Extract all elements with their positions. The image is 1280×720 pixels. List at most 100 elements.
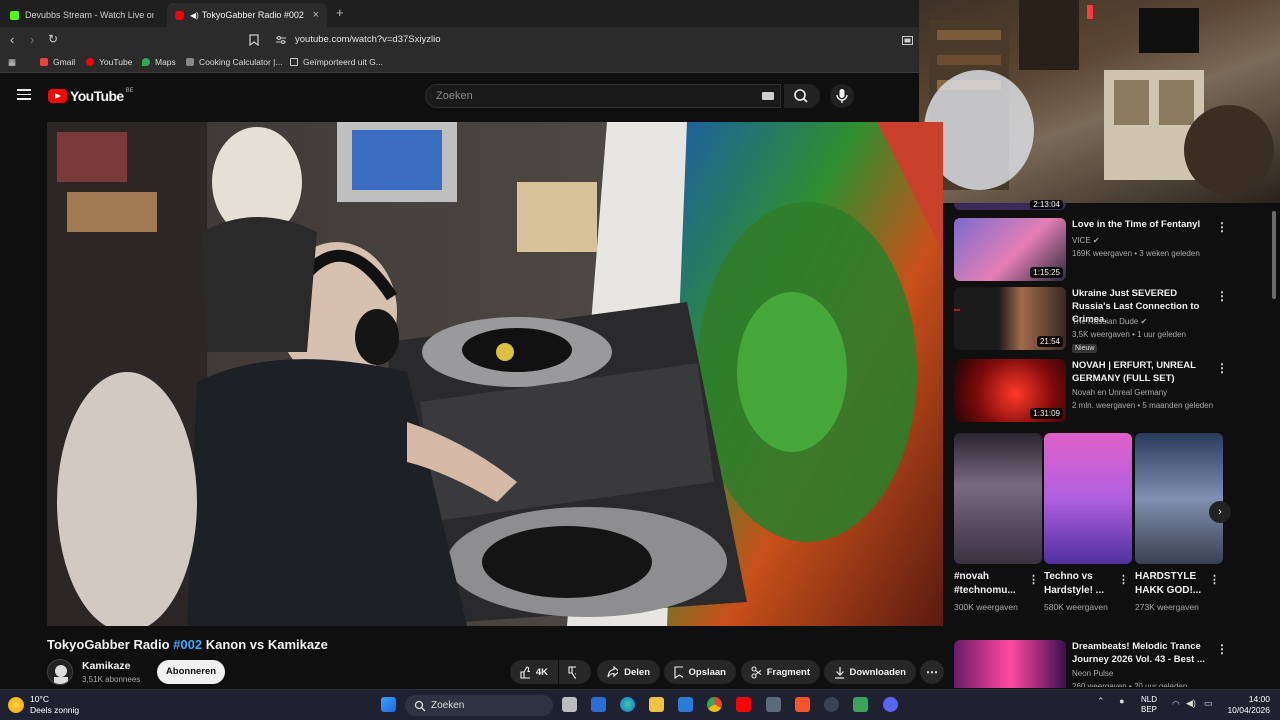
bookmark-folder-imported[interactable]: Geïmporteerd uit G... <box>290 57 383 67</box>
more-vertical-icon[interactable]: ⋮ <box>1118 573 1129 586</box>
more-actions-button[interactable]: ⋯ <box>920 660 944 684</box>
reload-icon[interactable]: ↻ <box>48 32 58 46</box>
youtube-app-icon[interactable] <box>736 697 751 712</box>
share-label: Delen <box>624 666 650 678</box>
tab-kick-stream[interactable]: Devubbs Stream - Watch Live on Kick <box>2 3 162 27</box>
outlook-icon[interactable] <box>678 697 693 712</box>
bookmark-gmail[interactable]: Gmail <box>40 57 75 67</box>
bookmark-icon[interactable] <box>249 34 259 46</box>
video-title[interactable]: Love in the Time of Fentanyl <box>1072 218 1207 231</box>
cast-icon[interactable] <box>902 36 913 45</box>
site-info-icon[interactable] <box>275 35 287 45</box>
short-item[interactable]: #novah #technomu... 300K weergaven ⋮ <box>954 433 1042 612</box>
more-vertical-icon[interactable]: ⋮ <box>1216 289 1228 303</box>
dislike-button[interactable] <box>559 660 591 684</box>
video-title: TokyoGabber Radio #002 Kanon vs Kamikaze <box>47 637 328 652</box>
bookmark-label: Cooking Calculator |... <box>199 57 283 67</box>
calculator-icon[interactable] <box>766 697 781 712</box>
more-vertical-icon[interactable]: ⋮ <box>1216 220 1228 234</box>
clip-button[interactable]: Fragment <box>741 660 820 684</box>
channel-name[interactable]: Novah en Unreal Germany <box>1072 388 1167 397</box>
bookmarks-bar: ▦ Gmail YouTube Maps Cooking Calculator … <box>0 53 920 73</box>
voice-search-button[interactable] <box>830 84 854 108</box>
video-title[interactable]: Dreambeats! Melodic Trance Journey 2026 … <box>1072 640 1207 666</box>
keyboard-icon[interactable] <box>762 92 774 100</box>
video-title[interactable]: NOVAH | ERFURT, UNREAL GERMANY (FULL SET… <box>1072 359 1207 385</box>
network-icon[interactable]: ◠ <box>1172 699 1180 710</box>
search-input[interactable]: Zoeken <box>425 84 781 108</box>
taskbar-search[interactable]: Zoeken <box>405 695 553 716</box>
more-vertical-icon[interactable]: ⋮ <box>1028 573 1039 586</box>
short-item[interactable]: Techno vs Hardstyle! ... 580K weergaven … <box>1044 433 1132 612</box>
discord-icon[interactable] <box>883 697 898 712</box>
short-thumbnail[interactable] <box>1044 433 1132 564</box>
store-icon[interactable] <box>591 697 606 712</box>
apps-grid-icon[interactable]: ▦ <box>8 57 16 68</box>
weather-widget[interactable]: 10°C Deels zonnig <box>8 694 79 716</box>
file-explorer-icon[interactable] <box>649 697 664 712</box>
scrollbar-thumb[interactable] <box>1272 211 1276 299</box>
new-tab-icon[interactable]: + <box>336 5 344 20</box>
bookmark-cooking-calculator[interactable]: Cooking Calculator |... <box>186 57 282 67</box>
like-button[interactable]: 4K <box>510 660 558 684</box>
channel-avatar[interactable] <box>47 659 73 685</box>
short-thumbnail[interactable] <box>954 433 1042 564</box>
channel-name[interactable]: Neon Pulse <box>1072 669 1113 678</box>
date: 10/04/2026 <box>1227 705 1270 715</box>
more-vertical-icon[interactable]: ⋮ <box>1216 361 1228 375</box>
brave-icon[interactable] <box>795 697 810 712</box>
video-thumbnail[interactable] <box>954 640 1066 688</box>
address-bar[interactable]: youtube.com/watch?v=d37Sxiyzlio <box>245 30 915 50</box>
video-thumbnail[interactable]: 1:15:25 <box>954 218 1066 281</box>
avatar-image <box>54 665 68 684</box>
calculator-icon <box>186 58 194 66</box>
recommendation-item[interactable]: 1:31:09 NOVAH | ERFURT, UNREAL GERMANY (… <box>954 359 1234 423</box>
start-windows-icon[interactable] <box>381 697 396 712</box>
task-view-icon[interactable] <box>562 697 577 712</box>
menu-icon[interactable] <box>17 89 31 100</box>
search-button[interactable] <box>784 84 820 108</box>
bookmark-maps[interactable]: Maps <box>142 57 176 67</box>
download-button[interactable]: Downloaden <box>824 660 916 684</box>
video-thumbnail[interactable]: 1:31:09 <box>954 359 1066 422</box>
forward-icon[interactable]: › <box>30 32 34 47</box>
short-item[interactable]: HARDSTYLE HAKK GOD!... 273K weergaven ⋮ <box>1135 433 1223 612</box>
short-thumbnail[interactable] <box>1135 433 1223 564</box>
save-button[interactable]: Opslaan <box>664 660 736 684</box>
app-icon[interactable] <box>853 697 868 712</box>
recommendation-item[interactable]: 21:54 Ukraine Just SEVERED Russia's Last… <box>954 287 1234 353</box>
subscribe-button[interactable]: Abonneren <box>157 660 225 684</box>
partial-thumbnail[interactable]: 2:13:04 <box>954 200 1066 210</box>
video-player[interactable] <box>47 122 943 626</box>
share-button[interactable]: Delen <box>597 660 660 684</box>
channel-line[interactable]: VICE ✔ <box>1072 236 1100 245</box>
tab-youtube-video[interactable]: ◀) TokyoGabber Radio #002 Kan × <box>167 3 327 27</box>
app-tray-icon[interactable]: ● <box>1119 696 1124 706</box>
video-thumbnail[interactable]: 21:54 <box>954 287 1066 350</box>
channel-line[interactable]: The Russian Dude ✔ <box>1072 317 1147 326</box>
close-tab-icon[interactable]: × <box>313 9 319 21</box>
page-scrollbar[interactable] <box>1271 203 1277 685</box>
recommendation-item[interactable]: 1:15:25 Love in the Time of Fentanyl VIC… <box>954 218 1234 282</box>
back-icon[interactable]: ‹ <box>10 32 14 47</box>
more-vertical-icon[interactable]: ⋮ <box>1209 573 1220 586</box>
short-title[interactable]: HARDSTYLE HAKK GOD!... <box>1135 570 1210 598</box>
youtube-logo[interactable]: YouTube BE <box>48 88 134 104</box>
short-title[interactable]: #novah #technomu... <box>954 570 1029 598</box>
channel-name[interactable]: Kamikaze <box>82 660 130 672</box>
bookmark-youtube[interactable]: YouTube <box>86 57 132 67</box>
battery-icon[interactable]: ▭ <box>1204 698 1213 709</box>
chrome-icon[interactable] <box>707 697 722 712</box>
short-title[interactable]: Techno vs Hardstyle! ... <box>1044 570 1119 598</box>
video-hashtag-link[interactable]: #002 <box>173 637 202 652</box>
clock[interactable]: 14:00 10/04/2026 <box>1222 694 1270 716</box>
system-tray[interactable]: ⌃ ● <box>1097 696 1125 707</box>
shorts-next-button[interactable]: › <box>1209 501 1231 523</box>
volume-icon[interactable]: ◀) <box>1186 698 1196 709</box>
more-vertical-icon[interactable]: ⋮ <box>1216 642 1228 656</box>
app-icon[interactable] <box>824 697 839 712</box>
input-language[interactable]: NLD BEP <box>1141 695 1157 715</box>
recommendation-item[interactable]: Dreambeats! Melodic Trance Journey 2026 … <box>954 640 1234 688</box>
edge-icon[interactable] <box>620 697 635 712</box>
chevron-up-icon[interactable]: ⌃ <box>1097 696 1105 706</box>
